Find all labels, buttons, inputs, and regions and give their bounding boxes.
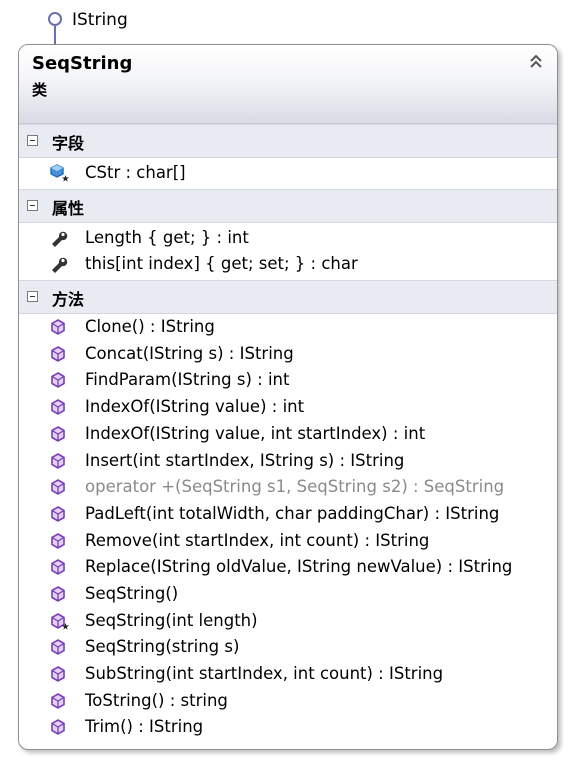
collapse-toggle-icon[interactable] [27,291,38,303]
class-shape[interactable]: SeqString 类 字段 CStr : char[] 属性 Length {… [18,44,558,750]
class-header[interactable]: SeqString 类 [19,45,557,124]
method-row[interactable]: IndexOf(IString value, int startIndex) :… [19,421,557,448]
method-row-label: Insert(int startIndex, IString s) : IStr… [85,450,405,470]
method-row-label: IndexOf(IString value, int startIndex) :… [85,423,426,443]
method-row-label: SeqString(int length) [85,610,258,630]
section-title: 属性 [52,198,85,218]
collapse-toggle-icon[interactable] [27,199,38,211]
method-row-label: PadLeft(int totalWidth, char paddingChar… [85,503,500,523]
method-icon [51,666,65,682]
section-title: 字段 [52,134,85,153]
method-icon [51,345,65,362]
method-icon [51,425,65,442]
section-title: 方法 [52,290,85,310]
method-row-label: Trim() : IString [85,717,204,737]
property-row[interactable]: this[int index] { get; set; } : char [19,251,557,278]
method-icon [51,639,65,656]
method-row-label: Concat(IString s) : IString [85,343,294,363]
method-icon [51,559,65,576]
interface-circle-icon [48,12,62,26]
field-row[interactable]: CStr : char[] [19,160,557,187]
method-row[interactable]: Insert(int startIndex, IString s) : IStr… [19,448,557,475]
interface-name: IString [72,10,128,30]
section-header-fields[interactable]: 字段 [19,124,557,158]
method-row[interactable]: SubString(int startIndex, int count) : I… [19,661,557,688]
method-row-label: SeqString(string s) [85,637,240,657]
method-row[interactable]: FindParam(IString s) : int [19,367,557,394]
method-row[interactable]: operator +(SeqString s1, SeqString s2) :… [19,474,557,501]
method-row[interactable]: Concat(IString s) : IString [19,341,557,368]
class-stereotype: 类 [32,81,48,99]
collapse-toggle-icon[interactable] [27,135,38,146]
method-icon [51,719,65,736]
property-row-label: this[int index] { get; set; } : char [85,254,358,274]
method-row-label: ToString() : string [85,690,228,710]
method-row-label: operator +(SeqString s1, SeqString s2) :… [85,477,505,497]
method-icon [51,319,65,335]
method-row[interactable]: Remove(int startIndex, int count) : IStr… [19,528,557,555]
method-icon [51,372,65,389]
method-row[interactable]: SeqString(string s) [19,634,557,661]
class-name: SeqString [32,53,133,74]
method-row-label: Replace(IString oldValue, IString newVal… [85,557,513,577]
method-row[interactable]: Replace(IString oldValue, IString newVal… [19,554,557,581]
method-row[interactable]: Trim() : IString [19,714,557,741]
method-row[interactable]: IndexOf(IString value) : int [19,394,557,421]
method-row-label: FindParam(IString s) : int [85,370,290,390]
method-row[interactable]: SeqString(int length) [19,608,557,635]
method-row-label: IndexOf(IString value) : int [85,397,305,417]
interface-lollipop: IString [44,8,244,52]
fields-list: CStr : char[] [19,158,557,189]
field-row-label: CStr : char[] [85,163,186,182]
property-row[interactable]: Length { get; } : int [19,225,557,252]
section-header-methods[interactable]: 方法 [19,280,557,315]
property-row-label: Length { get; } : int [85,227,249,247]
wrench-icon [52,231,68,247]
method-icon [51,479,65,496]
method-icon [51,692,65,709]
method-row-label: Clone() : IString [85,317,215,337]
method-icon [51,532,65,549]
method-row-label: SubString(int startIndex, int count) : I… [85,664,444,683]
method-icon [51,452,65,469]
wrench-icon [52,258,68,274]
method-icon [51,399,65,416]
method-row[interactable]: PadLeft(int totalWidth, char paddingChar… [19,501,557,528]
method-row[interactable]: SeqString() [19,581,557,608]
method-row[interactable]: ToString() : string [19,688,557,715]
method-protected-icon [51,612,69,630]
section-header-properties[interactable]: 属性 [19,188,557,223]
method-row[interactable]: Clone() : IString [19,314,557,341]
method-icon [51,586,65,602]
collapse-chevron-icon[interactable] [529,53,543,69]
properties-list: Length { get; } : int this[int index] { g… [19,223,557,280]
method-icon [51,505,65,522]
methods-list: Clone() : IString Concat(IString s) : ISt… [19,314,557,741]
field-icon [50,164,69,182]
method-row-label: Remove(int startIndex, int count) : IStr… [85,530,430,550]
method-row-label: SeqString() [85,583,179,603]
